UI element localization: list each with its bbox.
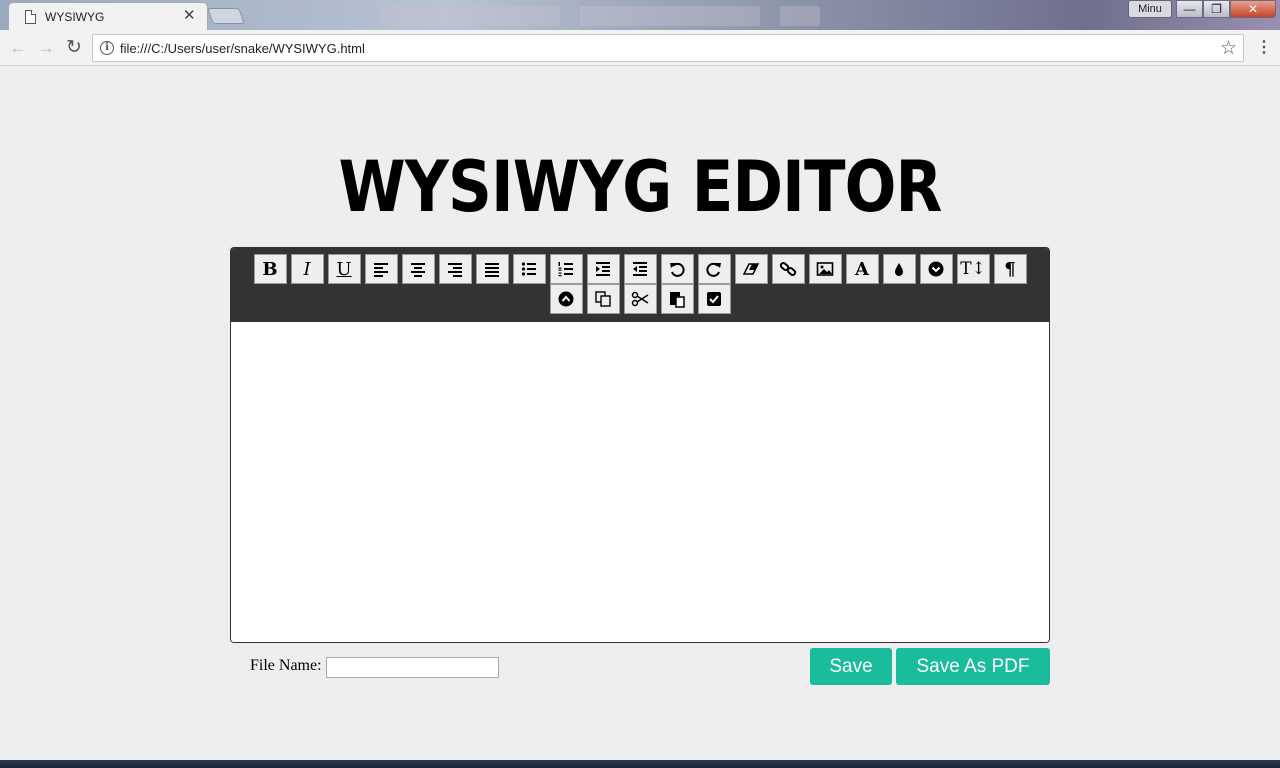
list-bullet-icon xyxy=(521,262,536,276)
align-right-button[interactable] xyxy=(438,254,472,284)
indent-button[interactable] xyxy=(586,254,620,284)
paste-icon xyxy=(670,292,685,308)
font-size-button[interactable]: T↕ xyxy=(956,254,990,284)
checkbox-icon xyxy=(707,292,721,306)
file-name-label: File Name: xyxy=(250,657,322,674)
image-icon xyxy=(816,262,834,276)
save-button[interactable]: Save xyxy=(810,648,892,685)
bookmark-star-icon[interactable]: ☆ xyxy=(1220,37,1237,60)
link-icon xyxy=(779,262,797,276)
info-icon[interactable]: i xyxy=(100,41,114,55)
checkbox-button[interactable] xyxy=(697,284,731,314)
link-button[interactable] xyxy=(771,254,805,284)
scissors-icon xyxy=(631,291,649,307)
undo-button[interactable] xyxy=(660,254,694,284)
undo-icon xyxy=(670,262,685,277)
paragraph-button[interactable]: ¶ xyxy=(993,254,1027,284)
copy-icon xyxy=(595,291,611,307)
dropdown-button[interactable] xyxy=(919,254,953,284)
browser-toolbar: ← → ↻ i file:///C:/Users/user/snake/WYSI… xyxy=(0,30,1280,66)
align-center-button[interactable] xyxy=(401,254,435,284)
os-taskbar xyxy=(0,760,1280,768)
editor-content-area[interactable] xyxy=(231,322,1049,642)
numbered-list-button[interactable] xyxy=(549,254,583,284)
image-button[interactable] xyxy=(808,254,842,284)
wysiwyg-editor: B I U A T↕ ¶ xyxy=(230,247,1050,643)
outdent-icon xyxy=(633,262,647,276)
file-name-input[interactable] xyxy=(326,657,499,678)
url-text[interactable]: file:///C:/Users/user/snake/WYSIWYG.html xyxy=(120,41,365,56)
align-left-icon xyxy=(374,263,388,277)
browser-menu-icon[interactable]: ⋮ xyxy=(1256,37,1272,57)
reload-icon[interactable]: ↻ xyxy=(64,38,84,58)
align-center-icon xyxy=(411,263,425,277)
forward-arrow-icon[interactable]: → xyxy=(36,38,56,58)
close-window-button[interactable]: ✕ xyxy=(1230,0,1276,18)
address-bar[interactable]: i file:///C:/Users/user/snake/WYSIWYG.ht… xyxy=(92,34,1244,62)
paste-button[interactable] xyxy=(660,284,694,314)
ink-drop-icon xyxy=(895,263,903,276)
browser-tab[interactable]: WYSIWYG ✕ xyxy=(8,2,208,32)
chevron-up-circle-icon xyxy=(558,291,574,307)
page-icon xyxy=(25,10,36,24)
chevron-down-circle-icon xyxy=(928,261,944,277)
clear-format-button[interactable] xyxy=(734,254,768,284)
outdent-button[interactable] xyxy=(623,254,657,284)
restore-button[interactable]: ❐ xyxy=(1203,0,1230,18)
background-tabs xyxy=(380,6,820,26)
new-tab-button[interactable] xyxy=(207,8,245,24)
minimize-button[interactable]: — xyxy=(1176,0,1203,18)
save-as-pdf-button[interactable]: Save As PDF xyxy=(896,648,1050,685)
redo-button[interactable] xyxy=(697,254,731,284)
tab-title: WYSIWYG xyxy=(45,10,105,24)
tab-close-icon[interactable]: ✕ xyxy=(183,7,196,24)
font-color-button[interactable]: A xyxy=(845,254,879,284)
highlight-button[interactable] xyxy=(882,254,916,284)
page-title: WYSIWYG EDITOR xyxy=(338,146,942,228)
cut-button[interactable] xyxy=(623,284,657,314)
redo-icon xyxy=(706,262,721,277)
italic-button[interactable]: I xyxy=(290,254,324,284)
list-numbered-icon xyxy=(558,262,573,277)
copy-button[interactable] xyxy=(586,284,620,314)
align-right-icon xyxy=(448,263,462,277)
bold-button[interactable]: B xyxy=(253,254,287,284)
align-justify-icon xyxy=(485,263,499,277)
window-label: Minu xyxy=(1128,0,1172,18)
align-left-button[interactable] xyxy=(364,254,398,284)
eraser-icon xyxy=(742,263,760,275)
superscript-button[interactable] xyxy=(549,284,583,314)
underline-button[interactable]: U xyxy=(327,254,361,284)
window-controls: Minu — ❐ ✕ xyxy=(1128,0,1276,20)
window-titlebar: WYSIWYG ✕ Minu — ❐ ✕ xyxy=(0,0,1280,32)
back-arrow-icon[interactable]: ← xyxy=(8,38,28,58)
bullet-list-button[interactable] xyxy=(512,254,546,284)
indent-icon xyxy=(596,262,610,276)
editor-toolbar: B I U A T↕ ¶ xyxy=(231,248,1049,322)
justify-button[interactable] xyxy=(475,254,509,284)
